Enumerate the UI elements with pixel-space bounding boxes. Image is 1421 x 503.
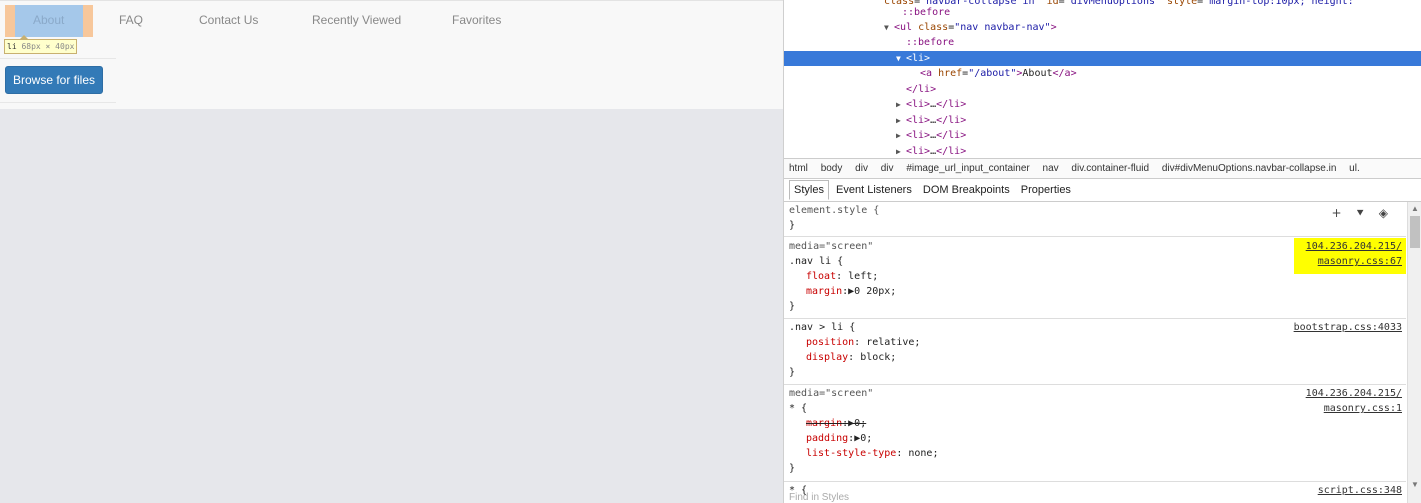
rule-close: } xyxy=(789,301,796,312)
pin-icon[interactable]: ⯆ xyxy=(1355,206,1365,220)
tab-properties[interactable]: Properties xyxy=(1017,179,1075,201)
tooltip-dims: 68px × 40px xyxy=(21,42,75,51)
page-viewport: About FAQ Contact Us Recently Viewed Fav… xyxy=(0,0,783,503)
rule-selector[interactable]: element.style { xyxy=(789,203,879,218)
rule-source-link[interactable]: 104.236.204.215/ xyxy=(1306,239,1402,254)
breadcrumb-item[interactable]: div xyxy=(876,159,899,178)
devtools-panel: class="navbar-collapse in" id="divMenuOp… xyxy=(783,0,1421,503)
tree-node[interactable]: ▼ <ul class="nav navbar-nav"> xyxy=(784,20,1421,36)
css-prop: margin xyxy=(806,418,843,429)
breadcrumb-item[interactable]: html xyxy=(784,159,813,178)
css-value: none; xyxy=(908,448,939,459)
rule-source-link[interactable]: bootstrap.css:4033 xyxy=(1294,320,1402,335)
rule-media: media="screen" xyxy=(789,388,874,399)
find-in-styles-input[interactable]: Find in Styles xyxy=(789,492,849,503)
rule-universal: media="screen" 104.236.204.215/ * { maso… xyxy=(784,385,1406,482)
browse-files-button[interactable]: Browse for files xyxy=(5,66,103,94)
css-declaration[interactable]: margin:▶0 20px; xyxy=(806,284,896,299)
breadcrumb-item[interactable]: nav xyxy=(1038,159,1064,178)
rule-media: media="screen" xyxy=(789,241,874,252)
scroll-down-icon[interactable]: ▼ xyxy=(1411,480,1419,489)
tooltip-tag: li xyxy=(7,42,17,51)
elements-tree: class="navbar-collapse in" id="divMenuOp… xyxy=(784,0,1421,158)
tree-node-selected[interactable]: ▼ <li> xyxy=(784,50,1421,66)
tree-node[interactable]: ::before xyxy=(784,35,1421,51)
nav-link-recently-viewed[interactable]: Recently Viewed xyxy=(312,13,401,27)
css-value: ▶0 20px; xyxy=(848,286,897,297)
tree-node[interactable]: ▶ <li>…</li> xyxy=(784,113,1421,129)
breadcrumb: html body div div #image_url_input_conta… xyxy=(784,158,1421,179)
tree-node[interactable]: ::before xyxy=(784,5,1421,21)
tree-node[interactable]: ▶ <li>…</li> xyxy=(784,128,1421,144)
rule-toolbar: + ⯆ ◈ xyxy=(1321,206,1388,221)
styles-pane: element.style { } + ⯆ ◈ media="screen" 1… xyxy=(784,202,1406,503)
breadcrumb-item[interactable]: div#divMenuOptions.navbar-collapse.in xyxy=(1157,159,1342,178)
css-prop: list-style-type xyxy=(806,448,897,459)
tree-node[interactable]: <a href="/about">About</a> xyxy=(784,66,1421,82)
css-value: ▶0; xyxy=(848,418,867,429)
breadcrumb-item[interactable]: div xyxy=(850,159,873,178)
nav-link-about[interactable]: About xyxy=(33,13,64,27)
rule-universal-2: * { script.css:348 xyxy=(784,482,1406,502)
css-value: relative; xyxy=(866,337,921,348)
css-prop: margin xyxy=(806,286,843,297)
rule-selector[interactable]: .nav li { xyxy=(789,254,843,269)
styles-scrollbar[interactable]: ▲ ▼ xyxy=(1407,202,1421,503)
rule-close: } xyxy=(789,367,796,378)
breadcrumb-item[interactable]: body xyxy=(816,159,848,178)
rule-nav-li: media="screen" 104.236.204.215/ .nav li … xyxy=(784,238,1406,319)
tree-node[interactable]: ▶ <li>…</li> xyxy=(784,144,1421,159)
css-prop: padding xyxy=(806,433,849,444)
css-declaration[interactable]: float: left; xyxy=(806,269,878,284)
breadcrumb-item[interactable]: div.container-fluid xyxy=(1066,159,1154,178)
tab-event-listeners[interactable]: Event Listeners xyxy=(832,179,916,201)
rule-source-link[interactable]: masonry.css:67 xyxy=(1318,254,1402,269)
rule-source-link[interactable]: script.css:348 xyxy=(1318,483,1402,498)
inspect-size-tooltip: li 68px × 40px xyxy=(4,35,78,54)
css-declaration[interactable]: padding:▶0; xyxy=(806,431,872,446)
breadcrumb-item[interactable]: ul. xyxy=(1344,159,1365,178)
css-prop: position xyxy=(806,337,855,348)
new-rule-icon[interactable]: + xyxy=(1331,206,1341,220)
scroll-thumb[interactable] xyxy=(1410,216,1420,248)
rule-nav-child-li: .nav > li { bootstrap.css:4033 position:… xyxy=(784,319,1406,385)
nav-link-faq[interactable]: FAQ xyxy=(119,13,143,27)
site-navbar: About FAQ Contact Us Recently Viewed Fav… xyxy=(0,0,783,109)
rule-element-style: element.style { } + ⯆ ◈ xyxy=(784,202,1406,237)
divider xyxy=(0,102,116,103)
tab-dom-breakpoints[interactable]: DOM Breakpoints xyxy=(919,179,1014,201)
scroll-up-icon[interactable]: ▲ xyxy=(1411,204,1419,213)
css-prop: float xyxy=(806,271,837,282)
css-declaration[interactable]: list-style-type: none; xyxy=(806,446,938,461)
rule-selector[interactable]: * { xyxy=(789,401,807,416)
tab-styles[interactable]: Styles xyxy=(789,180,829,200)
nav-link-contact-us[interactable]: Contact Us xyxy=(199,13,258,27)
css-prop: display xyxy=(806,352,849,363)
css-declaration[interactable]: display: block; xyxy=(806,350,896,365)
divider xyxy=(0,58,116,59)
rule-source-link[interactable]: 104.236.204.215/ xyxy=(1306,386,1402,401)
rule-close: } xyxy=(789,220,796,231)
css-value: ▶0; xyxy=(854,433,873,444)
toggle-state-icon[interactable]: ◈ xyxy=(1379,206,1388,220)
styles-tabbar: Styles Event Listeners DOM Breakpoints P… xyxy=(784,179,1421,202)
css-declaration[interactable]: position: relative; xyxy=(806,335,920,350)
tree-node[interactable]: ▶ <li>…</li> xyxy=(784,97,1421,113)
nav-link-favorites[interactable]: Favorites xyxy=(452,13,501,27)
breadcrumb-item[interactable]: #image_url_input_container xyxy=(901,159,1034,178)
css-value: block; xyxy=(860,352,897,363)
rule-source-link[interactable]: masonry.css:1 xyxy=(1324,401,1402,416)
css-declaration-overridden[interactable]: margin:▶0; xyxy=(806,416,866,431)
css-value: left; xyxy=(848,271,879,282)
tree-node[interactable]: </li> xyxy=(784,82,1421,98)
rule-selector[interactable]: .nav > li { xyxy=(789,320,855,335)
rule-close: } xyxy=(789,463,796,474)
